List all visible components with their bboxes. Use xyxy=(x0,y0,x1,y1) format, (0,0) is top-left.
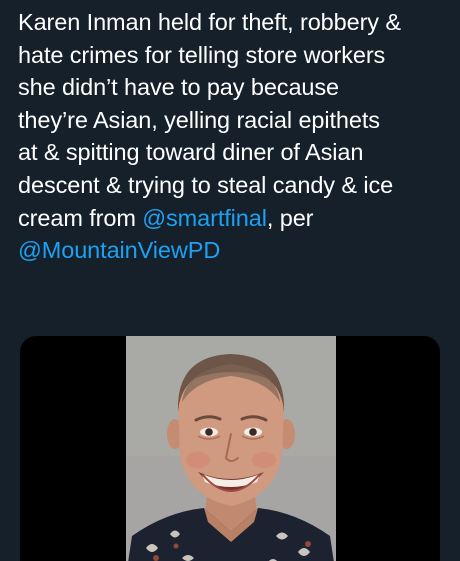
tweet-line-7-prefix: cream from xyxy=(18,204,143,231)
tweet-media[interactable] xyxy=(20,336,440,561)
tweet-body: Karen Inman held for theft, robbery & ha… xyxy=(18,6,446,267)
mention-link-mountainviewpd[interactable]: @MountainViewPD xyxy=(18,237,220,263)
tweet-line-8: @MountainViewPD xyxy=(18,234,446,267)
tweet-line-2: hate crimes for telling store workers xyxy=(18,41,386,68)
tweet-line-1: Karen Inman held for theft, robbery & xyxy=(18,9,401,35)
mention-link-smartfinal[interactable]: @smartfinal xyxy=(142,205,267,231)
tweet-line-3: she didn’t have to pay because xyxy=(18,74,340,101)
tweet-screenshot: Karen Inman held for theft, robbery & ha… xyxy=(0,0,460,561)
tweet-line-4: they’re Asian, yelling racial epithets xyxy=(18,106,380,133)
tweet-line-7: cream from @smartfinal, per xyxy=(18,202,446,235)
tweet-line-6: descent & trying to steal candy & ice xyxy=(18,171,394,198)
mugshot-photo xyxy=(126,336,336,561)
tweet-line-7-suffix: , per xyxy=(266,204,314,231)
tweet-line-5: at & spitting toward diner of Asian xyxy=(18,139,364,166)
